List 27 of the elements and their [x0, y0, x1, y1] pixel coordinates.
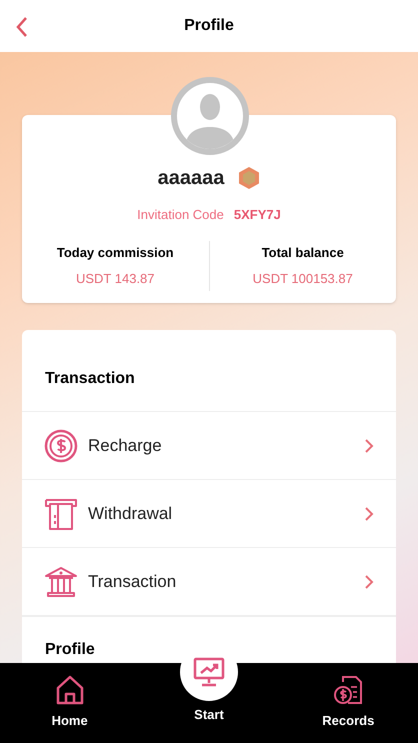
nav-item[interactable]: Start [139, 643, 279, 724]
chevron-right-icon [364, 574, 374, 590]
page-title: Profile [184, 16, 234, 36]
section-title: Transaction [45, 370, 135, 387]
hexagon-badge-icon [238, 166, 260, 190]
home-icon [56, 675, 84, 705]
chevron-right-icon [364, 506, 374, 522]
dollar-coin-icon [44, 428, 78, 462]
section-title: Profile [45, 641, 95, 658]
nav-item[interactable]: Home [0, 663, 140, 743]
stat-label: Total balance [262, 244, 344, 262]
card-slot-icon [44, 496, 78, 530]
stat-label: Today commission [56, 244, 174, 262]
stat-value: USDT 100153.87 [252, 270, 353, 288]
invoice-coin-icon [333, 675, 364, 705]
chevron-left-icon [16, 16, 28, 38]
menu-row[interactable]: Recharge [22, 411, 396, 479]
invitation-code: 5XFY7J [234, 206, 281, 224]
bank-icon [44, 564, 78, 598]
menu-row[interactable]: Transaction [22, 547, 396, 615]
monitor-chart-icon [192, 656, 225, 688]
username: aaaaaa [158, 166, 224, 191]
chevron-right-icon [364, 438, 374, 454]
menu-row[interactable]: Withdrawal [22, 479, 396, 547]
stat-value: USDT 143.87 [76, 270, 155, 288]
nav-item[interactable]: Records [278, 663, 418, 743]
invitation-label: Invitation Code [137, 206, 224, 224]
